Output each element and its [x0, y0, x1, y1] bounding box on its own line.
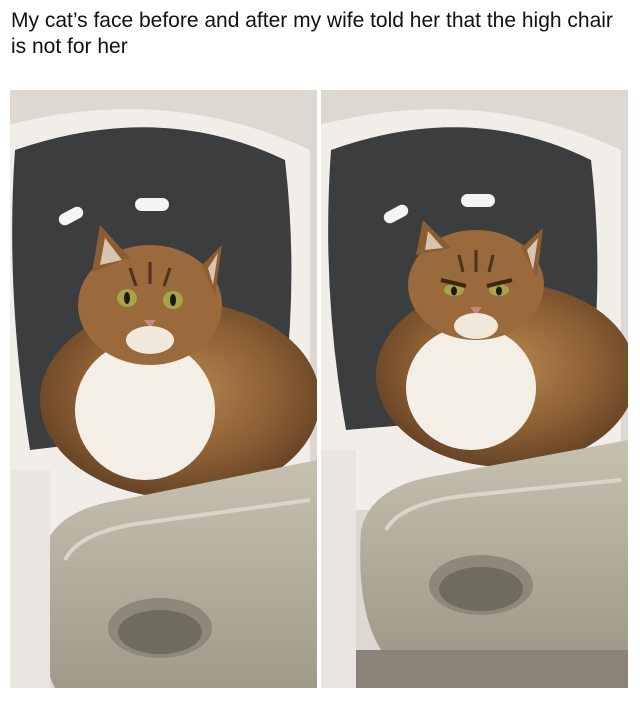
after-photo: [321, 90, 628, 688]
photo-pair: [10, 90, 628, 688]
seat-slot: [135, 198, 169, 211]
before-photo-illustration: [10, 90, 317, 688]
seat-slot: [461, 194, 495, 207]
after-photo-illustration: [321, 90, 628, 688]
meme-caption: My cat’s face before and after my wife t…: [11, 9, 613, 58]
cat-chest: [406, 326, 536, 450]
before-photo: [10, 90, 317, 688]
floor: [321, 650, 628, 688]
